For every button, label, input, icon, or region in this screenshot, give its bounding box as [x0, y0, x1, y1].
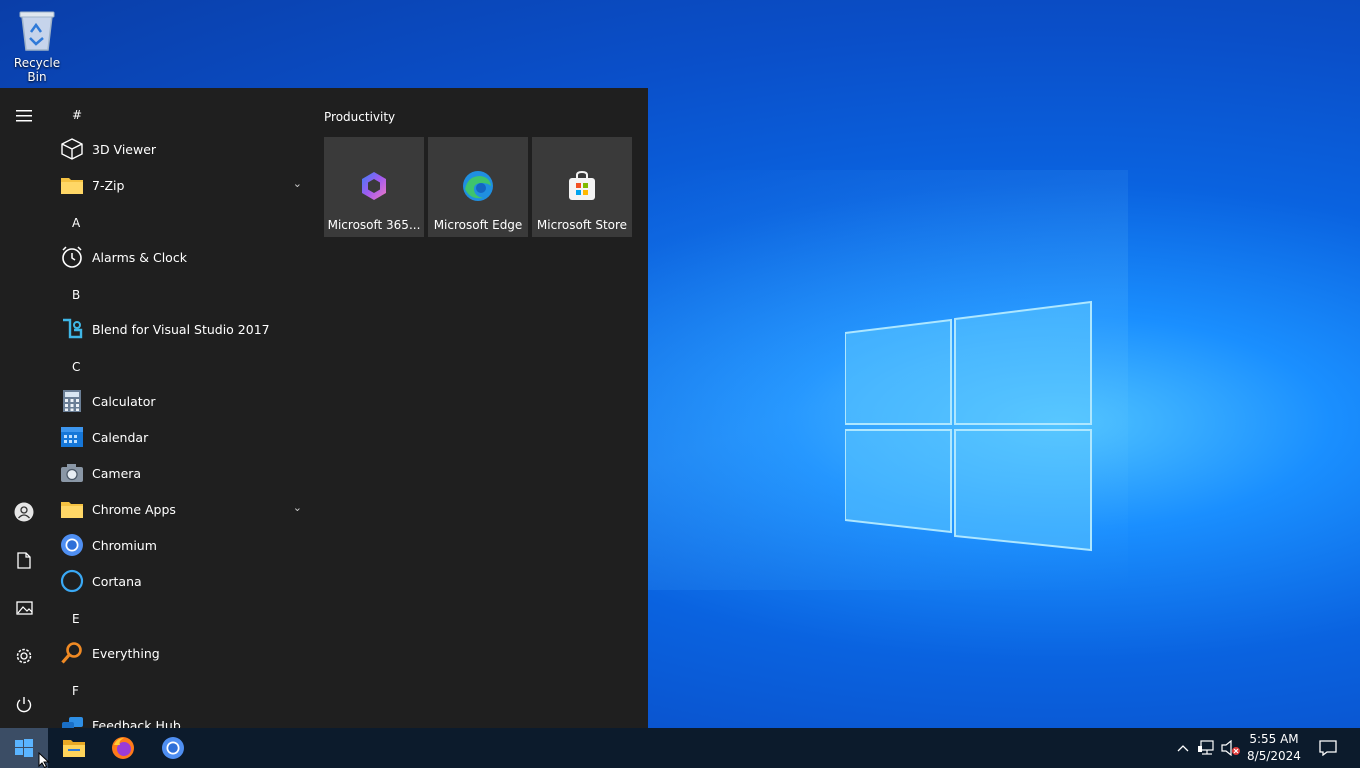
section-header[interactable]: F: [72, 684, 79, 698]
app-label: Calculator: [92, 393, 156, 409]
app-label: Cortana: [92, 573, 142, 589]
clock-time: 5:55 AM: [1249, 732, 1299, 746]
app-label: Camera: [92, 465, 142, 481]
recycle-bin-shortcut[interactable]: Recycle Bin: [4, 8, 70, 84]
documents-button[interactable]: [0, 540, 48, 580]
file-explorer-icon: [63, 740, 85, 757]
chromium-icon: [60, 533, 84, 557]
windows-icon: [15, 739, 33, 757]
taskbar-file-explorer[interactable]: [50, 728, 98, 768]
app-alarms-clock[interactable]: Alarms & Clock: [60, 239, 310, 275]
section-header[interactable]: E: [72, 612, 80, 626]
app-feedback-hub[interactable]: Feedback Hub: [60, 707, 310, 728]
start-menu: # 3D Viewer 7-Zip ⌄ A Alarms & Clock B B…: [0, 88, 648, 728]
recycle-bin-icon: [16, 8, 58, 52]
clock-date: 8/5/2024: [1247, 749, 1301, 763]
app-label: Everything: [92, 645, 160, 661]
app-7-zip[interactable]: 7-Zip ⌄: [60, 167, 310, 203]
calendar-icon: [60, 425, 84, 449]
picture-icon: [15, 601, 33, 615]
app-calendar[interactable]: Calendar: [60, 419, 310, 455]
feedback-icon: [60, 713, 84, 728]
action-center-button[interactable]: [1314, 728, 1342, 768]
pictures-button[interactable]: [0, 588, 48, 628]
tile-label: Microsoft Edge: [433, 218, 523, 232]
section-header[interactable]: #: [72, 108, 82, 122]
folder-icon: [60, 173, 84, 197]
cortana-icon: [60, 569, 84, 593]
section-header[interactable]: C: [72, 360, 80, 374]
chevron-down-icon[interactable]: ⌄: [293, 501, 302, 514]
taskbar: 5:55 AM 8/5/2024: [0, 728, 1360, 768]
camera-icon: [60, 461, 84, 485]
cube-icon: [60, 137, 84, 161]
firefox-icon: [112, 737, 134, 759]
mouse-cursor-icon: [38, 752, 50, 768]
section-header[interactable]: A: [72, 216, 80, 230]
section-header[interactable]: B: [72, 288, 80, 302]
hamburger-icon: [16, 110, 32, 122]
windows-logo-wallpaper: [845, 300, 1092, 552]
folder-icon: [60, 497, 84, 521]
network-disconnected-icon: [1198, 740, 1214, 755]
app-label: Alarms & Clock: [92, 249, 187, 265]
app-everything[interactable]: Everything: [60, 635, 310, 671]
tile-label: Microsoft 365...: [327, 218, 421, 232]
taskbar-firefox[interactable]: [99, 728, 147, 768]
blend-icon: [60, 317, 84, 341]
magnifier-icon: [60, 641, 84, 665]
show-hidden-icons-button[interactable]: [1174, 728, 1192, 768]
app-list: # 3D Viewer 7-Zip ⌄ A Alarms & Clock B B…: [48, 88, 310, 728]
notification-icon: [1319, 740, 1337, 756]
start-rail: [0, 88, 48, 728]
settings-button[interactable]: [0, 636, 48, 676]
app-camera[interactable]: Camera: [60, 455, 310, 491]
chromium-icon: [162, 737, 184, 759]
app-label: 3D Viewer: [92, 141, 157, 157]
account-button[interactable]: [0, 492, 48, 532]
tile-label: Microsoft Store: [536, 218, 628, 232]
system-clock[interactable]: 5:55 AM 8/5/2024: [1238, 731, 1310, 765]
tile-group-title[interactable]: Productivity: [324, 110, 395, 124]
store-icon: [569, 170, 595, 200]
network-status-button[interactable]: [1196, 728, 1218, 768]
app-label: Chromium: [92, 537, 157, 553]
app-calculator[interactable]: Calculator: [60, 383, 310, 419]
edge-icon: [463, 171, 493, 201]
alarm-clock-icon: [60, 245, 84, 269]
chevron-down-icon[interactable]: ⌄: [293, 177, 302, 190]
user-icon: [14, 502, 34, 522]
power-button[interactable]: [0, 684, 48, 724]
power-icon: [16, 696, 32, 712]
app-chromium[interactable]: Chromium: [60, 527, 310, 563]
gear-icon: [16, 648, 32, 664]
tile-microsoft-365[interactable]: Microsoft 365...: [324, 137, 424, 237]
app-label: Feedback Hub: [92, 717, 181, 729]
chevron-up-icon: [1177, 745, 1189, 752]
app-label: Chrome Apps: [92, 501, 176, 517]
tile-microsoft-edge[interactable]: Microsoft Edge: [428, 137, 528, 237]
recycle-bin-label: Recycle Bin: [13, 56, 61, 84]
document-icon: [17, 551, 31, 569]
microsoft-365-icon: [362, 172, 386, 200]
taskbar-chromium[interactable]: [149, 728, 197, 768]
expand-menu-button[interactable]: [0, 96, 48, 136]
tile-microsoft-store[interactable]: Microsoft Store: [532, 137, 632, 237]
app-blend[interactable]: Blend for Visual Studio 2017: [60, 311, 310, 347]
app-label: Calendar: [92, 429, 149, 445]
app-3d-viewer[interactable]: 3D Viewer: [60, 131, 310, 167]
app-label: Blend for Visual Studio 2017: [92, 321, 270, 337]
app-label: 7-Zip: [92, 177, 125, 193]
app-chrome-apps[interactable]: Chrome Apps ⌄: [60, 491, 310, 527]
calculator-icon: [60, 389, 84, 413]
app-cortana[interactable]: Cortana: [60, 563, 310, 599]
